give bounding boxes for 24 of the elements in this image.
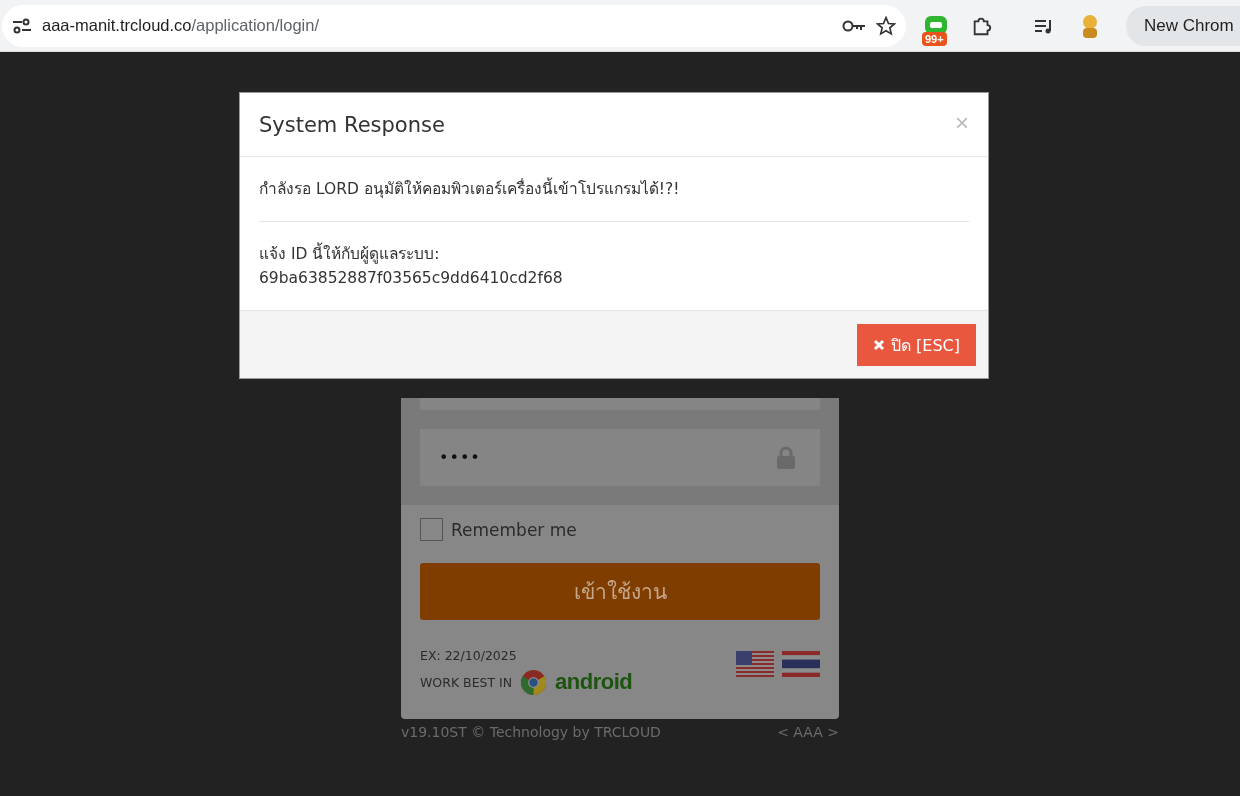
new-chrome-button[interactable]: New Chrom (1126, 5, 1240, 46)
key-icon[interactable] (842, 18, 866, 33)
us-flag-icon[interactable] (736, 651, 774, 677)
checkbox[interactable] (420, 518, 443, 541)
thai-flag-icon[interactable] (782, 651, 820, 677)
close-icon (873, 339, 885, 351)
close-esc-button[interactable]: ปิด [ESC] (857, 324, 976, 366)
version-text: v19.10ST © Technology by TRCLOUD (401, 724, 661, 740)
chrome-logo-icon (521, 669, 547, 695)
password-field[interactable]: •••• (420, 429, 820, 486)
dialog-notice: แจ้ง ID นี้ให้กับผู้ดูแลระบบ: (259, 242, 969, 266)
dialog-message: กำลังรอ LORD อนุมัติให้คอมพิวเตอร์เครื่องนี้เข้าโปรแกรมได้!?! (259, 177, 969, 201)
media-queue-icon[interactable] (1034, 17, 1054, 34)
work-best-in-label: WORK BEST IN (420, 674, 513, 690)
aaa-link[interactable]: < AAA > (777, 724, 839, 740)
bookmark-star-icon[interactable] (876, 15, 896, 36)
site-settings-icon[interactable] (12, 17, 32, 34)
machine-id: 69ba63852887f03565c9dd6410cd2f68 (259, 268, 564, 289)
lock-icon (776, 445, 796, 470)
expiry-date: EX: 22/10/2025 (420, 648, 518, 663)
android-logo: android (555, 669, 633, 695)
dialog-title: System Response (259, 113, 445, 137)
remember-me-checkbox[interactable]: Remember me (420, 518, 820, 541)
login-button[interactable]: เข้าใช้งาน (420, 563, 820, 620)
